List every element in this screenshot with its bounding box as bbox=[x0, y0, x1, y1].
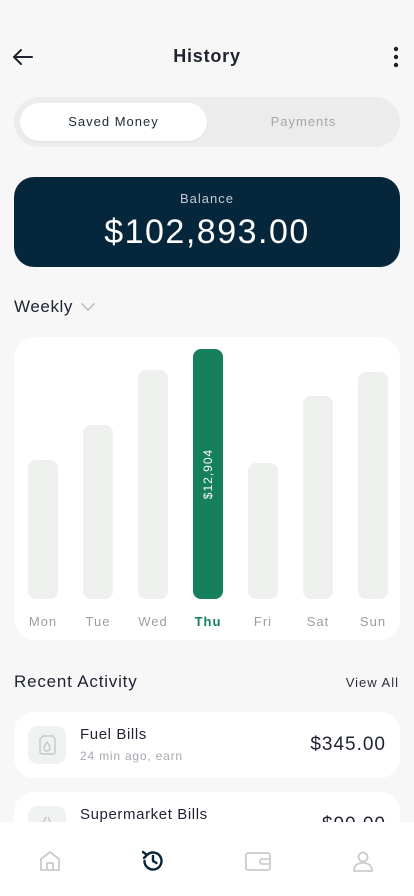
nav-wallet[interactable] bbox=[243, 846, 273, 876]
bar-sun[interactable] bbox=[358, 372, 388, 599]
page-title: History bbox=[173, 46, 241, 66]
bar-wed[interactable] bbox=[138, 370, 168, 599]
bar-fri[interactable] bbox=[248, 463, 278, 599]
home-icon bbox=[40, 851, 60, 871]
history-icon bbox=[141, 850, 163, 871]
more-vertical-icon bbox=[393, 46, 399, 68]
bar-sat[interactable] bbox=[303, 396, 333, 599]
balance-label: Balance bbox=[180, 191, 234, 206]
activity-title: Fuel Bills bbox=[80, 726, 147, 743]
day-label-sat: Sat bbox=[306, 614, 330, 629]
bottom-navigation bbox=[0, 822, 414, 896]
bar-value-label: $12,904 bbox=[201, 448, 215, 500]
period-label: Weekly bbox=[14, 297, 74, 316]
day-label-sun: Sun bbox=[359, 614, 387, 629]
app-header: History bbox=[0, 34, 414, 80]
tab-saved-money[interactable]: Saved Money bbox=[20, 103, 207, 141]
nav-history[interactable] bbox=[138, 846, 168, 876]
bar-thu[interactable]: $12,904 bbox=[193, 349, 223, 599]
balance-card: Balance $102,893.00 bbox=[14, 177, 400, 267]
tab-payments[interactable]: Payments bbox=[207, 103, 400, 141]
bar-tue[interactable] bbox=[83, 425, 113, 599]
more-options-button[interactable] bbox=[384, 42, 408, 72]
chevron-down-icon bbox=[81, 303, 95, 311]
period-dropdown[interactable]: Weekly bbox=[14, 296, 95, 318]
activity-item-fuel-bills[interactable]: Fuel Bills 24 min ago, earn $345.00 bbox=[14, 712, 400, 778]
day-label-wed: Wed bbox=[138, 614, 168, 629]
nav-profile[interactable] bbox=[348, 846, 378, 876]
nav-home[interactable] bbox=[35, 846, 65, 876]
day-label-mon: Mon bbox=[28, 614, 58, 629]
activity-subtitle: 24 min ago, earn bbox=[80, 749, 183, 763]
weekly-bar-chart: Mon Tue Wed $12,904 Thu Fri Sat Sun bbox=[14, 337, 400, 640]
view-all-link[interactable]: View All bbox=[346, 675, 399, 690]
fuel-drop-icon bbox=[28, 726, 66, 764]
bar-mon[interactable] bbox=[28, 460, 58, 599]
profile-icon bbox=[353, 851, 373, 872]
activity-amount: $345.00 bbox=[310, 734, 386, 755]
day-label-thu: Thu bbox=[194, 614, 222, 629]
balance-amount: $102,893.00 bbox=[104, 213, 310, 251]
day-label-fri: Fri bbox=[253, 614, 273, 629]
activity-title: Supermarket Bills bbox=[80, 806, 208, 823]
day-label-tue: Tue bbox=[85, 614, 111, 629]
recent-activity-title: Recent Activity bbox=[14, 672, 138, 691]
segmented-tabs: Saved Money Payments bbox=[14, 97, 400, 147]
wallet-icon bbox=[245, 852, 271, 871]
